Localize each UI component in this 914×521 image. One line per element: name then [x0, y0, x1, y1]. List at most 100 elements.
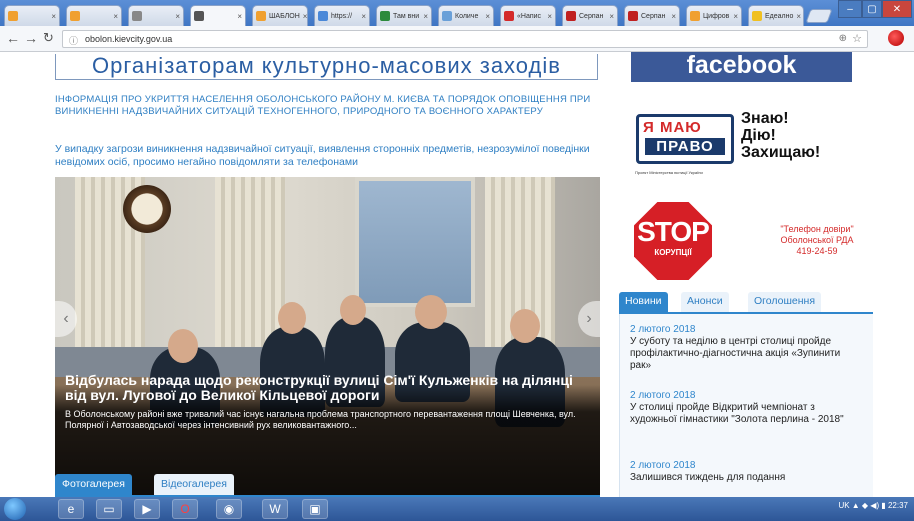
folder-icon[interactable]: ▭ [96, 499, 122, 519]
browser-tab[interactable]: Серпан × [624, 5, 680, 26]
tab-favicon-icon [628, 11, 638, 21]
browser-tab[interactable]: Количе × [438, 5, 494, 26]
browser-tab[interactable]: × [66, 5, 122, 26]
tab-label: Там вни [393, 12, 420, 20]
maximize-button[interactable]: ▢ [862, 0, 882, 18]
ie-icon[interactable]: e [58, 499, 84, 519]
minimize-button[interactable]: – [838, 0, 862, 18]
news-item[interactable]: 2 лютого 2018 У суботу та неділю в центр… [630, 324, 862, 372]
browser-tab[interactable]: ШАБЛОН × [252, 5, 308, 26]
tab-close-icon[interactable]: × [796, 12, 801, 21]
browser-tab[interactable]: × [128, 5, 184, 26]
slide-text: В Оболонському районі вже тривалий час і… [65, 409, 576, 430]
pravo-banner[interactable]: Я МАЮ ПРАВО Проект Міністерства юстиції … [631, 108, 872, 180]
tab-notices[interactable]: Оголошення [748, 292, 822, 312]
bookmark-star-icon[interactable]: ☆ [852, 32, 862, 45]
shelter-info-link[interactable]: Інформація про укриття населення Оболонс… [55, 94, 610, 118]
tab-close-icon[interactable]: × [423, 12, 428, 21]
tab-video-gallery[interactable]: Відеогалерея [154, 474, 234, 495]
opera-icon[interactable]: O [172, 499, 198, 519]
tab-favicon-icon [194, 11, 204, 21]
tab-close-icon[interactable]: × [303, 12, 307, 21]
tab-close-icon[interactable]: × [113, 12, 118, 21]
url-text: obolon.kievcity.gov.ua [85, 34, 173, 44]
tab-close-icon[interactable]: × [485, 12, 490, 21]
browser-tab[interactable]: Там вни × [376, 5, 432, 26]
photo-head [168, 329, 198, 363]
start-button[interactable] [4, 498, 26, 520]
browser-tab[interactable]: Цифров × [686, 5, 742, 26]
gallery-tabs: Фотогалерея Відеогалерея [55, 474, 600, 497]
tab-favicon-icon [504, 11, 514, 21]
tab-favicon-icon [442, 11, 452, 21]
back-icon[interactable]: ← [6, 30, 20, 46]
tab-announcements[interactable]: Анонси [681, 292, 729, 312]
pravo-caption: Проект Міністерства юстиції України [635, 170, 703, 175]
tab-close-icon[interactable]: × [733, 12, 738, 21]
tab-label: Серпан [579, 12, 604, 20]
tab-photo-gallery[interactable]: Фотогалерея [55, 474, 132, 495]
browser-tab[interactable]: × [190, 5, 246, 26]
browser-tab[interactable]: Серпан × [562, 5, 618, 26]
news-text[interactable]: Залишився тиждень для подання [630, 472, 862, 484]
news-text[interactable]: У суботу та неділю в центрі столиці прой… [630, 336, 862, 372]
page-banner-title[interactable]: Організаторам культурно-масових заходів [55, 54, 598, 80]
news-tabs: Новини Анонси Оголошення [619, 292, 873, 314]
tab-label: Цифров [703, 12, 730, 20]
close-window-button[interactable]: ✕ [882, 0, 912, 18]
tab-close-icon[interactable]: × [609, 12, 614, 21]
tab-favicon-icon [70, 11, 80, 21]
tab-favicon-icon [318, 11, 328, 21]
info-icon[interactable]: ⓘ [69, 34, 78, 47]
facebook-banner[interactable]: facebook [631, 52, 852, 82]
tab-close-icon[interactable]: × [237, 12, 242, 21]
tab-close-icon[interactable]: × [51, 12, 56, 21]
pravo-line2: ПРАВО [645, 138, 725, 155]
news-date: 2 лютого 2018 [630, 460, 696, 471]
reload-icon[interactable]: ↻ [43, 30, 54, 46]
photo-clock [123, 185, 171, 233]
browser-tab[interactable]: «Напис × [500, 5, 556, 26]
photo-curtain [215, 177, 285, 347]
browser-tab[interactable]: Едеално × [748, 5, 804, 26]
tab-close-icon[interactable]: × [547, 12, 552, 21]
news-slider[interactable]: Відбулась нарада щодо реконструкції вули… [55, 177, 600, 497]
window-icon[interactable]: ▣ [302, 499, 328, 519]
stop-word: STOP [637, 216, 710, 247]
tab-favicon-icon [256, 11, 266, 21]
chrome-icon[interactable]: ◉ [216, 499, 242, 519]
news-item[interactable]: 2 лютого 2018 У столиці пройде Відкритий… [630, 390, 862, 426]
browser-tab[interactable]: × [4, 5, 60, 26]
tab-close-icon[interactable]: × [671, 12, 676, 21]
news-text[interactable]: У столиці пройде Відкритий чемпіонат з х… [630, 402, 862, 426]
system-tray[interactable]: UK ▲ ◆ ◀) ▮ 22:37 [838, 501, 908, 510]
browser-tab[interactable]: https:// × [314, 5, 370, 26]
photo-head [510, 309, 540, 343]
extension-icon[interactable] [888, 30, 904, 46]
hotline-line: Оболонської РДА [780, 235, 854, 245]
stop-corruption-banner[interactable]: STOP КОРУПЦІЇ [634, 202, 712, 280]
news-list: 2 лютого 2018 У суботу та неділю в центр… [619, 314, 873, 497]
slogan-line: Знаю! [741, 110, 789, 127]
word-icon[interactable]: W [262, 499, 288, 519]
tab-close-icon[interactable]: × [361, 12, 366, 21]
photo-head [415, 295, 447, 329]
page-content: Організаторам культурно-масових заходів … [0, 52, 914, 497]
zoom-icon[interactable]: ⊕ [839, 33, 847, 44]
news-item[interactable]: 2 лютого 2018 Залишився тиждень для пода… [630, 460, 862, 484]
media-player-icon[interactable]: ▶ [134, 499, 160, 519]
address-bar[interactable]: ⓘ obolon.kievcity.gov.ua ⊕ ☆ [62, 30, 868, 48]
slide-title[interactable]: Відбулась нарада щодо реконструкції вули… [65, 373, 585, 403]
forward-icon[interactable]: → [24, 30, 38, 46]
slogan-line: Дію! [741, 127, 776, 144]
tab-label: ШАБЛОН [269, 12, 300, 20]
hotline-text[interactable]: "Телефон довіри" Оболонської РДА 419-24-… [752, 224, 882, 257]
tab-favicon-icon [132, 11, 142, 21]
emergency-alert-text: У випадку загрози виникнення надзвичайно… [55, 143, 590, 168]
tab-favicon-icon [8, 11, 18, 21]
tab-favicon-icon [566, 11, 576, 21]
stop-subtitle: КОРУПЦІЇ [654, 248, 692, 257]
new-tab-button[interactable] [805, 9, 833, 23]
tab-news[interactable]: Новини [619, 292, 668, 312]
tab-close-icon[interactable]: × [175, 12, 180, 21]
